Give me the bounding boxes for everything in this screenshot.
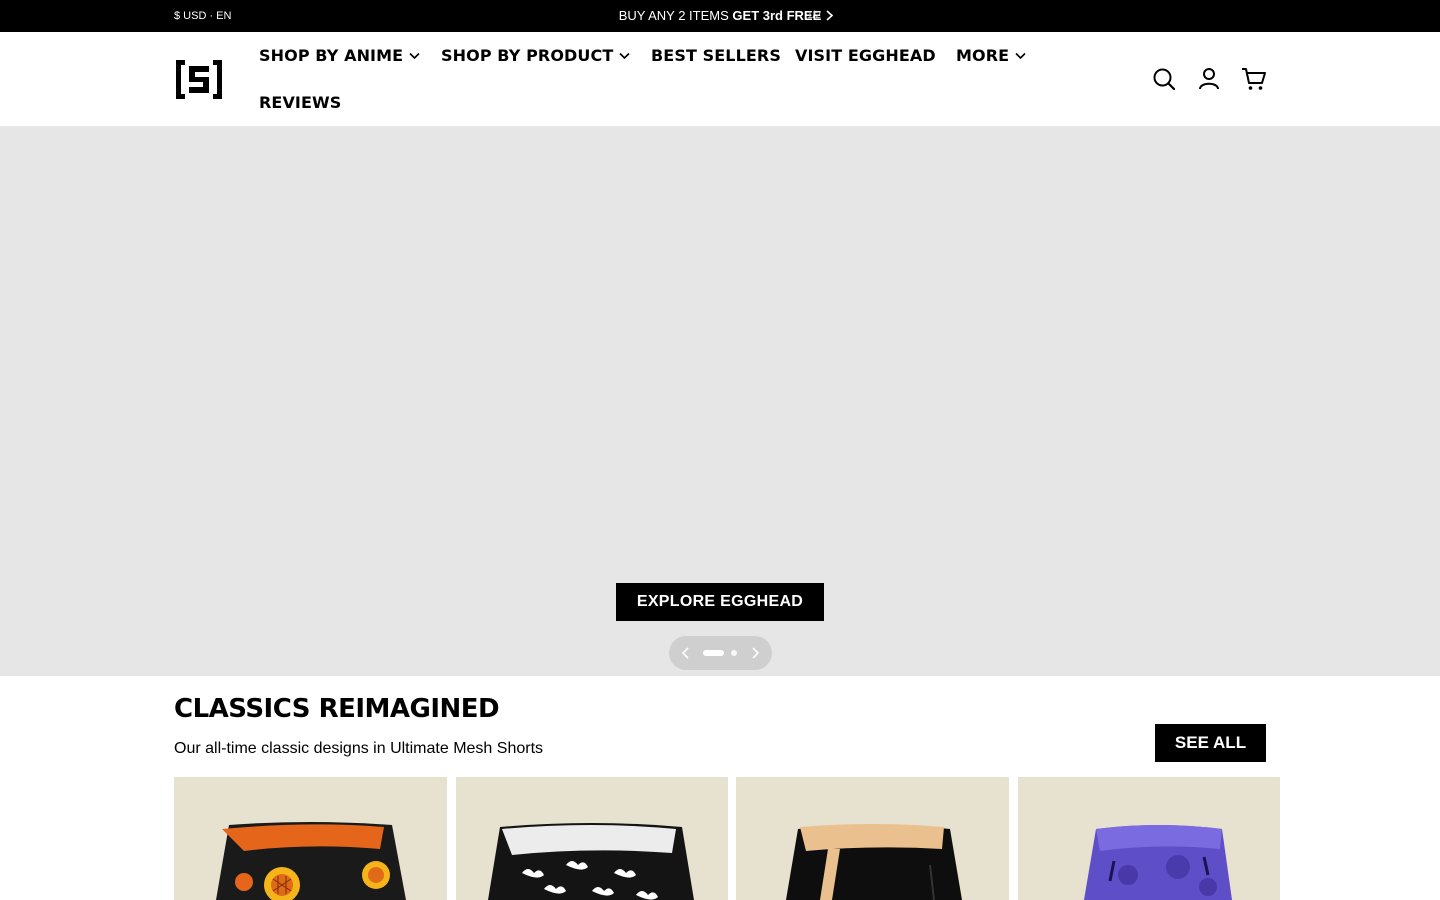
nav-label: VISIT EGGHEAD	[795, 46, 936, 65]
promo-text: BUY ANY 2 ITEMS	[618, 8, 729, 23]
carousel-dot-active[interactable]	[703, 650, 724, 656]
tan-black-mesh-shorts-image	[786, 824, 962, 900]
brand-logo[interactable]	[174, 58, 224, 101]
product-card[interactable]	[1018, 777, 1280, 900]
promo-pager[interactable]: 1/2	[807, 10, 834, 21]
promo-pager-count: 1/2	[807, 10, 821, 21]
nav-label: MORE	[956, 46, 1010, 65]
chevron-down-icon	[619, 52, 630, 59]
see-all-button[interactable]: SEE ALL	[1155, 724, 1266, 762]
nav-label: SHOP BY ANIME	[259, 46, 404, 65]
carousel-dot[interactable]	[731, 650, 737, 656]
white-cloud-mesh-shorts-image	[488, 823, 694, 900]
announcement-bar: $ USD · EN BUY ANY 2 ITEMS GET 3rd FREE …	[0, 0, 1440, 32]
nav-more[interactable]: MORE	[956, 46, 1026, 65]
search-icon[interactable]	[1151, 66, 1177, 92]
nav-label: BEST SELLERS	[651, 46, 781, 65]
carousel-controls	[669, 636, 772, 670]
chevron-right-icon[interactable]	[749, 646, 761, 660]
nav-label: SHOP BY PRODUCT	[441, 46, 614, 65]
explore-egghead-button[interactable]: EXPLORE EGGHEAD	[616, 583, 824, 621]
cart-icon[interactable]	[1241, 66, 1267, 92]
product-card[interactable]	[736, 777, 1009, 900]
nav-label: REVIEWS	[259, 93, 342, 112]
nav-visit-egghead[interactable]: VISIT EGGHEAD	[795, 46, 936, 65]
chevron-left-icon[interactable]	[680, 646, 692, 660]
chevron-down-icon	[409, 52, 420, 59]
nav-shop-by-product[interactable]: SHOP BY PRODUCT	[441, 46, 630, 65]
nav-shop-by-anime[interactable]: SHOP BY ANIME	[259, 46, 420, 65]
site-header: SHOP BY ANIME SHOP BY PRODUCT BEST SELLE…	[0, 32, 1440, 127]
section-title: CLASSICS REIMAGINED	[174, 694, 500, 724]
account-icon[interactable]	[1196, 66, 1222, 92]
nav-best-sellers[interactable]: BEST SELLERS	[651, 46, 781, 65]
section-subtitle: Our all-time classic designs in Ultimate…	[174, 740, 544, 757]
promo-message: BUY ANY 2 ITEMS GET 3rd FREE	[0, 8, 1440, 23]
product-card[interactable]	[174, 777, 447, 900]
purple-pattern-mesh-shorts-image	[1084, 825, 1232, 900]
chevron-down-icon	[1015, 52, 1026, 59]
nav-reviews[interactable]: REVIEWS	[259, 93, 341, 112]
hero-banner: EXPLORE EGGHEAD	[0, 127, 1440, 676]
product-card[interactable]	[456, 777, 728, 900]
orange-sunflower-mesh-shorts-image	[216, 822, 406, 900]
chevron-right-icon[interactable]	[825, 10, 834, 21]
